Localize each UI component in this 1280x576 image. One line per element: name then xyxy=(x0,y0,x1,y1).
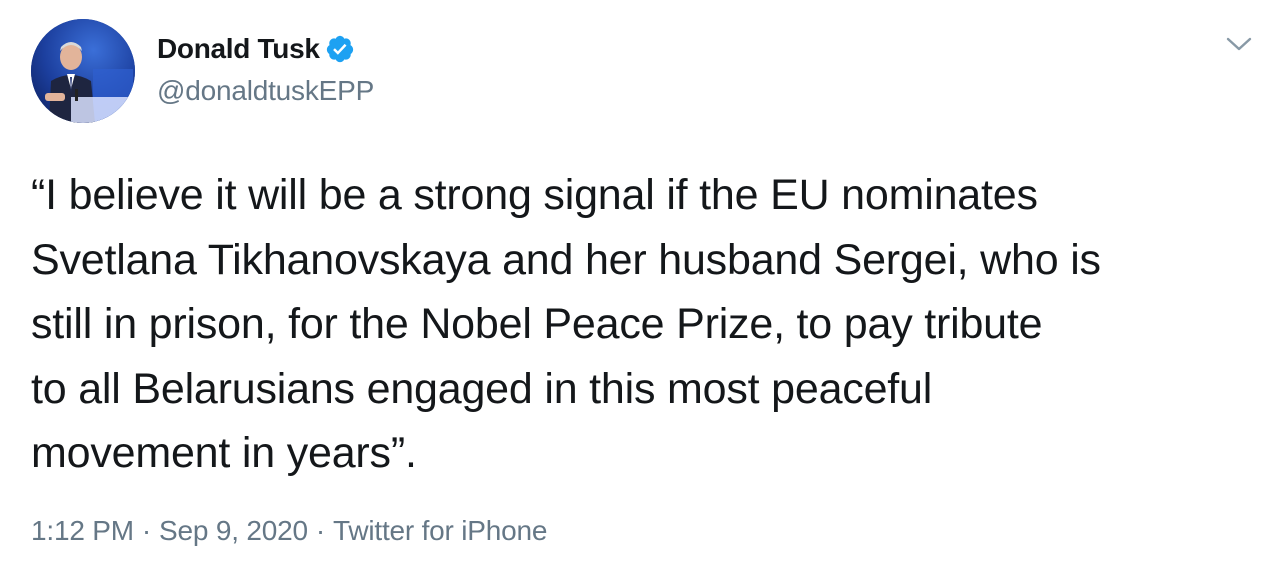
tweet-text-line: Svetlana Tikhanovskaya and her husband S… xyxy=(31,235,1101,284)
avatar[interactable] xyxy=(31,19,135,123)
avatar-image xyxy=(31,19,135,123)
meta-separator: · xyxy=(315,515,325,546)
author-name[interactable]: Donald Tusk xyxy=(157,33,320,65)
tweet-time[interactable]: 1:12 PM xyxy=(31,515,134,547)
author-block: Donald Tusk @donaldtuskEPP xyxy=(157,31,374,107)
tweet-date[interactable]: Sep 9, 2020 xyxy=(159,515,308,547)
chevron-down-icon[interactable] xyxy=(1224,32,1254,56)
author-name-row: Donald Tusk xyxy=(157,31,374,67)
tweet-card: Donald Tusk @donaldtuskEPP “I believe it… xyxy=(0,0,1280,576)
verified-badge-icon xyxy=(325,34,355,64)
tweet-text-line: “I believe it will be a strong signal if… xyxy=(31,171,1038,219)
author-handle[interactable]: @donaldtuskEPP xyxy=(157,75,374,107)
tweet-text-line: still in prison, for the Nobel Peace Pri… xyxy=(31,300,1043,348)
tweet-text-line: movement in years”. xyxy=(31,429,417,477)
tweet-meta: 1:12 PM · Sep 9, 2020 · Twitter for iPho… xyxy=(31,515,547,547)
tweet-text: “I believe it will be a strong signal if… xyxy=(31,163,1261,486)
tweet-text-line: to all Belarusians engaged in this most … xyxy=(31,364,933,413)
tweet-source[interactable]: Twitter for iPhone xyxy=(333,515,547,547)
meta-separator: · xyxy=(141,515,152,546)
